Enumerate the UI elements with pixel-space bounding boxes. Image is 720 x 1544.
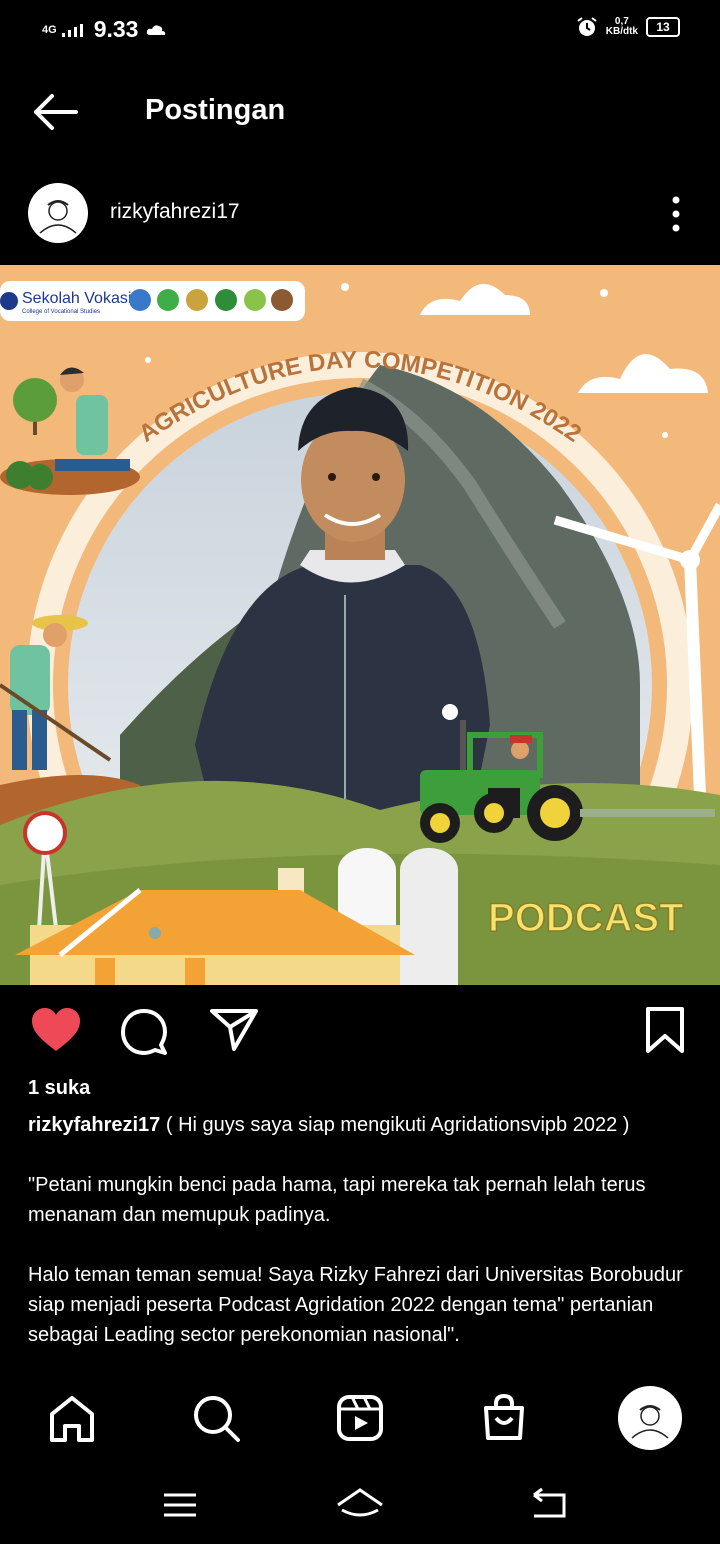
more-options-button[interactable] — [660, 194, 692, 234]
system-back-button[interactable] — [520, 1480, 580, 1530]
nav-profile-avatar[interactable] — [618, 1386, 682, 1450]
post-header: rizkyfahrezi17 — [0, 180, 720, 246]
page-title: Postingan — [145, 94, 286, 126]
clock: 9.33 — [93, 16, 139, 42]
poster-badge: PODCAST — [488, 896, 684, 940]
caption-first-line: ( Hi guys saya siap mengikuti Agridation… — [165, 1114, 630, 1136]
top-bar: Postingan — [0, 80, 720, 144]
post-username[interactable]: rizkyfahrezi17 — [110, 200, 240, 224]
send-icon — [210, 1009, 258, 1051]
battery-indicator: 13 — [646, 17, 680, 37]
agriculture-poster: AGRICULTURE DAY COMPETITION 2022 Sekolah… — [0, 265, 720, 985]
shopping-bag-icon — [484, 1393, 524, 1440]
post-caption: rizkyfahrezi17 ( Hi guys saya siap mengi… — [28, 1110, 700, 1380]
network-speed: 0,7 KB/dtk — [606, 17, 638, 37]
system-menu-button[interactable] — [150, 1480, 210, 1530]
avatar[interactable] — [28, 183, 88, 243]
save-button[interactable] — [638, 1005, 694, 1057]
back-icon — [533, 1487, 566, 1518]
more-vertical-icon — [672, 196, 680, 232]
poster-logo-text: Sekolah Vokasi — [22, 290, 131, 307]
cloud-icon — [147, 24, 166, 35]
signal-icon — [61, 23, 83, 37]
like-button[interactable] — [28, 1005, 84, 1057]
comment-icon — [121, 1009, 167, 1055]
post-actions — [0, 1005, 720, 1061]
menu-icon — [164, 1493, 196, 1517]
nav-reels[interactable] — [330, 1388, 390, 1448]
nav-shop[interactable] — [474, 1388, 534, 1448]
caption-quote: "Petani mungkin benci pada hama, tapi me… — [28, 1174, 646, 1226]
poster-logo-subtext: College of Vocational Studies — [22, 309, 100, 315]
post-image[interactable]: AGRICULTURE DAY COMPETITION 2022 Sekolah… — [0, 265, 720, 985]
caption-username[interactable]: rizkyfahrezi17 — [28, 1114, 160, 1136]
reels-icon — [337, 1395, 383, 1441]
home-icon — [50, 1396, 94, 1442]
nav-home[interactable] — [42, 1388, 102, 1448]
share-button[interactable] — [206, 1005, 262, 1057]
avatar-sketch — [631, 1405, 669, 1439]
system-home-button[interactable] — [330, 1480, 390, 1530]
arrow-left-icon — [34, 94, 78, 130]
home-outline-icon — [337, 1488, 383, 1517]
alarm-icon — [577, 17, 597, 36]
search-icon — [194, 1396, 240, 1442]
back-button[interactable] — [30, 90, 82, 134]
bookmark-icon — [646, 1007, 684, 1053]
speed-unit: KB/dtk — [605, 26, 638, 37]
status-bar: 4G 9.33 0,7 KB/dtk 13 — [0, 0, 720, 56]
network-type: 4G — [42, 23, 57, 36]
bottom-navigation — [0, 1382, 720, 1452]
signal-indicator: 4G — [42, 22, 86, 38]
system-navigation — [0, 1470, 720, 1544]
nav-search[interactable] — [186, 1388, 246, 1448]
like-count[interactable]: 1 suka — [28, 1077, 90, 1100]
comment-button[interactable] — [117, 1005, 173, 1057]
heart-icon — [32, 1008, 80, 1051]
caption-body: Halo teman teman semua! Saya Rizky Fahre… — [28, 1264, 683, 1346]
avatar-sketch — [39, 200, 77, 234]
